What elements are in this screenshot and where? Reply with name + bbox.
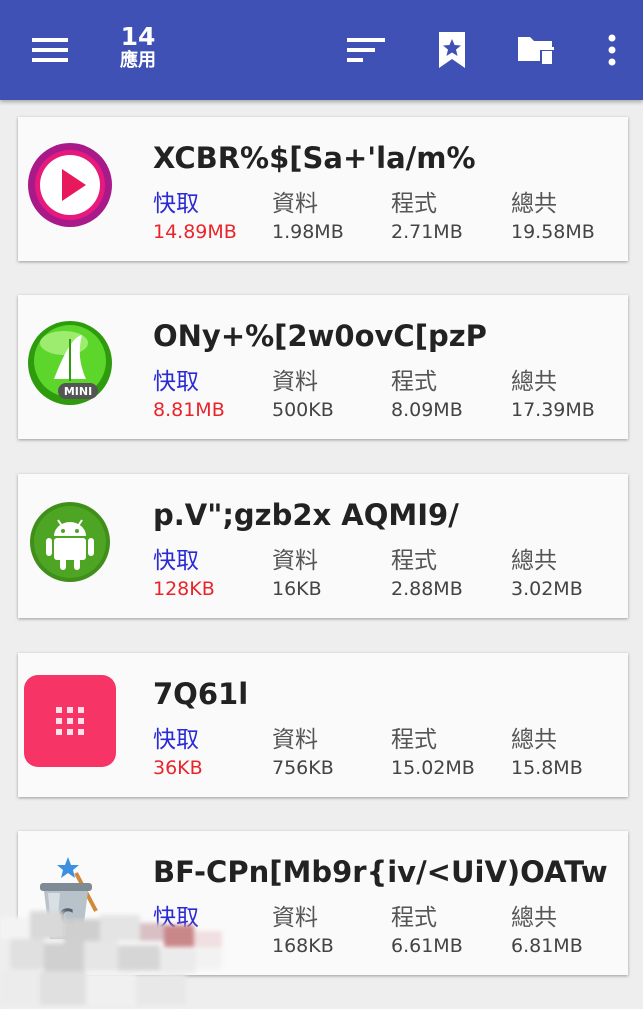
- cleaner-bin-icon: C: [24, 853, 116, 945]
- data-label: 資料: [272, 369, 318, 395]
- program-label: 程式: [391, 905, 437, 931]
- cache-stat: 快取 14.89MB: [153, 189, 273, 245]
- bookmark-star-icon[interactable]: [430, 26, 474, 74]
- data-value: 168KB: [272, 935, 334, 957]
- app-name: 7Q61l: [153, 677, 249, 711]
- program-stat: 程式 2.71MB: [391, 189, 511, 245]
- data-value: 16KB: [272, 578, 322, 600]
- app-list-item[interactable]: 7Q61l 快取 36KB 資料 756KB 程式 15.02MB 總共 15.…: [18, 653, 628, 797]
- app-list-item[interactable]: p.V";gzb2x AQMI9/ 快取 128KB 資料 16KB 程式 2.…: [18, 474, 628, 618]
- total-stat: 總共 19.58MB: [511, 189, 631, 245]
- program-label: 程式: [391, 369, 437, 395]
- total-label: 總共: [511, 727, 557, 753]
- cache-label: 快取: [153, 548, 199, 574]
- data-value: 1.98MB: [272, 221, 344, 243]
- data-stat: 資料 1.98MB: [272, 189, 392, 245]
- cache-stat: 快取 128KB: [153, 546, 273, 602]
- program-label: 程式: [391, 191, 437, 217]
- total-label: 總共: [511, 369, 557, 395]
- cache-value: 8.81MB: [153, 399, 225, 421]
- android-icon: [24, 496, 116, 588]
- cache-stat: 快取: [153, 903, 273, 933]
- data-stat: 資料 168KB: [272, 903, 392, 959]
- data-stat: 資料 756KB: [272, 725, 392, 781]
- total-value: 19.58MB: [511, 221, 595, 243]
- program-stat: 程式 8.09MB: [391, 367, 511, 423]
- program-value: 2.71MB: [391, 221, 463, 243]
- total-label: 總共: [511, 191, 557, 217]
- total-stat: 總共 17.39MB: [511, 367, 631, 423]
- folder-cleanup-icon[interactable]: [512, 26, 562, 74]
- app-name: BF-CPn[Mb9r{iv/<UiV)OATw: [153, 855, 608, 889]
- app-count-label: 應用: [120, 50, 156, 71]
- program-value: 2.88MB: [391, 578, 463, 600]
- cache-label: 快取: [153, 727, 199, 753]
- app-name: XCBR%$[Sa+'la/m%: [153, 141, 476, 175]
- program-label: 程式: [391, 548, 437, 574]
- program-stat: 程式 2.88MB: [391, 546, 511, 602]
- app-name: p.V";gzb2x AQMI9/: [153, 498, 459, 532]
- app-name: ONy+%[2w0ovC[pzP: [153, 319, 487, 353]
- data-value: 500KB: [272, 399, 334, 421]
- video-player-icon: [24, 139, 116, 231]
- total-label: 總共: [511, 548, 557, 574]
- program-value: 8.09MB: [391, 399, 463, 421]
- program-stat: 程式 6.61MB: [391, 903, 511, 959]
- cache-value: 36KB: [153, 757, 203, 779]
- app-count: 14 應用: [110, 24, 166, 70]
- sort-icon[interactable]: [342, 30, 390, 70]
- program-value: 15.02MB: [391, 757, 475, 779]
- total-stat: 總共 3.02MB: [511, 546, 631, 602]
- hamburger-menu-icon[interactable]: [28, 30, 72, 70]
- mini-browser-icon: MINI: [24, 317, 116, 409]
- cache-label: 快取: [153, 905, 199, 931]
- data-stat: 資料 500KB: [272, 367, 392, 423]
- app-count-number: 14: [120, 22, 156, 51]
- total-label: 總共: [511, 905, 557, 931]
- more-vert-icon[interactable]: [596, 28, 628, 72]
- app-bar: 14 應用: [0, 0, 643, 100]
- cleaner-badge-text: C: [58, 906, 74, 931]
- total-stat: 總共 15.8MB: [511, 725, 631, 781]
- cache-label: 快取: [153, 369, 199, 395]
- app-list-item[interactable]: XCBR%$[Sa+'la/m% 快取 14.89MB 資料 1.98MB 程式…: [18, 117, 628, 261]
- data-label: 資料: [272, 905, 318, 931]
- app-list-item[interactable]: MINI ONy+%[2w0ovC[pzP 快取 8.81MB 資料 500KB…: [18, 295, 628, 439]
- cache-stat: 快取 8.81MB: [153, 367, 273, 423]
- launcher-grid-icon: [24, 675, 116, 767]
- total-value: 3.02MB: [511, 578, 583, 600]
- cache-value: 128KB: [153, 578, 215, 600]
- app-list-item[interactable]: C BF-CPn[Mb9r{iv/<UiV)OATw 快取 資料 168KB 程…: [18, 831, 628, 975]
- program-value: 6.61MB: [391, 935, 463, 957]
- cache-value: 14.89MB: [153, 221, 237, 243]
- data-label: 資料: [272, 548, 318, 574]
- program-label: 程式: [391, 727, 437, 753]
- data-label: 資料: [272, 191, 318, 217]
- total-value: 15.8MB: [511, 757, 583, 779]
- total-stat: 總共 6.81MB: [511, 903, 631, 959]
- data-label: 資料: [272, 727, 318, 753]
- cache-label: 快取: [153, 191, 199, 217]
- data-value: 756KB: [272, 757, 334, 779]
- program-stat: 程式 15.02MB: [391, 725, 511, 781]
- cache-stat: 快取 36KB: [153, 725, 273, 781]
- total-value: 6.81MB: [511, 935, 583, 957]
- total-value: 17.39MB: [511, 399, 595, 421]
- mini-badge-text: MINI: [64, 385, 92, 398]
- data-stat: 資料 16KB: [272, 546, 392, 602]
